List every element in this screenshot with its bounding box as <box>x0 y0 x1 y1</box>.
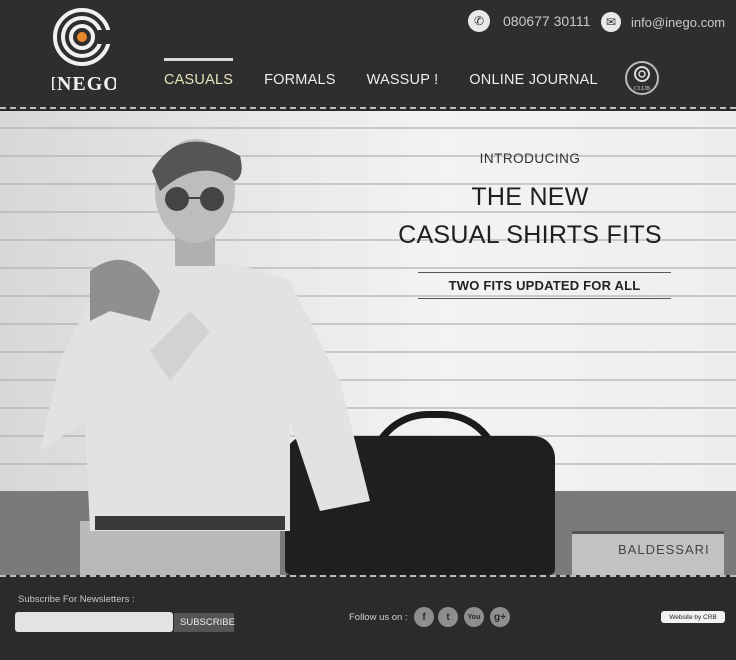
newsletter-email-input[interactable] <box>15 612 173 632</box>
hero-title-line2: CASUAL SHIRTS FITS <box>398 221 662 249</box>
hero-title-line1: THE NEW <box>471 183 589 211</box>
hero-banner[interactable]: BALDESSARI INTRODUCING THE NEW CASUAL SH… <box>0 111 736 575</box>
header-divider <box>0 107 736 109</box>
facebook-icon[interactable]: f <box>414 607 434 627</box>
svg-text:CLUB: CLUB <box>634 86 650 92</box>
inego-logo[interactable]: INEGO <box>52 8 116 98</box>
hero-title: THE NEW CASUAL SHIRTS FITS <box>380 178 680 254</box>
newsletter-label: Subscribe For Newsletters : <box>18 594 135 605</box>
site-footer: Subscribe For Newsletters : SUBSCRIBE Fo… <box>0 577 736 660</box>
phone-number: 080677 30111 <box>503 13 591 29</box>
hero-subtitle: TWO FITS UPDATED FOR ALL <box>418 272 671 299</box>
phone-icon: ✆ <box>468 10 490 32</box>
model-photo <box>40 139 370 575</box>
mail-icon: ✉ <box>601 12 621 32</box>
email-contact[interactable]: ✉ info@inego.com <box>601 12 725 32</box>
book-stack: BALDESSARI <box>572 531 724 575</box>
twitter-icon[interactable]: t <box>438 607 458 627</box>
svg-text:INEGO: INEGO <box>52 73 116 95</box>
site-header: INEGO ✆ 080677 30111 ✉ info@inego.com CA… <box>0 0 736 108</box>
subscribe-button[interactable]: SUBSCRIBE <box>174 613 235 632</box>
google-plus-icon[interactable]: g+ <box>490 607 510 627</box>
main-nav: CASUALS FORMALS WASSUP ! ONLINE JOURNAL <box>164 58 598 88</box>
hero-copy: INTRODUCING THE NEW CASUAL SHIRTS FITS <box>380 151 680 254</box>
book-title: BALDESSARI <box>618 542 710 557</box>
nav-online-journal[interactable]: ONLINE JOURNAL <box>469 72 598 88</box>
email-address: info@inego.com <box>631 14 726 30</box>
phone-contact[interactable]: ✆ 080677 30111 <box>468 10 590 32</box>
nav-formals[interactable]: FORMALS <box>264 72 336 88</box>
nav-casuals[interactable]: CASUALS <box>164 58 234 88</box>
hero-intro: INTRODUCING <box>479 151 581 166</box>
club-badge[interactable]: CLUB <box>624 60 660 96</box>
follow-label: Follow us on : <box>349 612 408 623</box>
nav-wassup[interactable]: WASSUP ! <box>367 72 439 88</box>
website-credit-badge[interactable]: Website by CRB <box>661 611 725 623</box>
youtube-icon[interactable]: You <box>464 607 484 627</box>
